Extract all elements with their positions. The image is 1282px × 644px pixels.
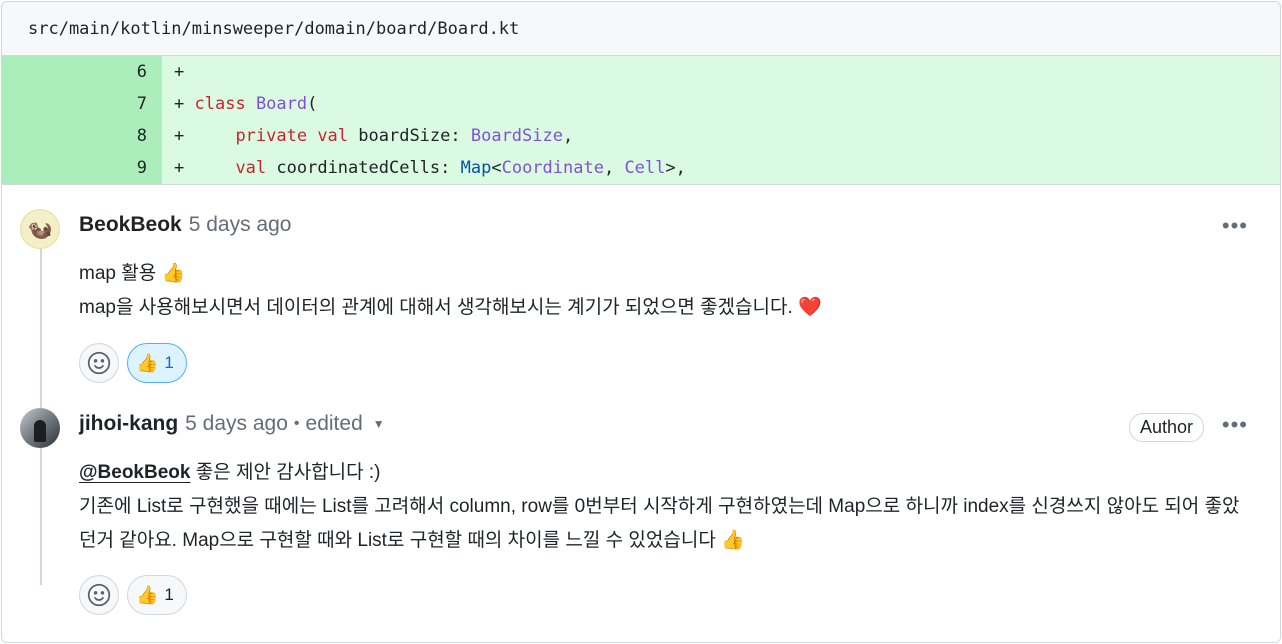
comment-timestamp[interactable]: 5 days ago	[185, 412, 288, 436]
diff-line: 7 + class Board(	[2, 88, 1280, 120]
line-number[interactable]: 7	[2, 88, 162, 120]
code-token: private val	[235, 126, 349, 146]
comment-author[interactable]: BeokBeok	[79, 213, 182, 237]
smiley-icon	[87, 583, 111, 607]
reaction-count: 1	[164, 353, 174, 372]
diff-code: + private val boardSize: BoardSize,	[174, 126, 574, 146]
edited-label[interactable]: edited	[306, 412, 363, 436]
thumbs-up-reaction-button[interactable]: 👍 1	[127, 343, 187, 383]
comment-menu-button[interactable]: •••	[1222, 213, 1248, 239]
code-token: Board	[255, 94, 308, 114]
triangle-down-icon[interactable]: ▼	[373, 417, 385, 431]
avatar[interactable]	[20, 408, 60, 448]
comment-text: 좋은 제안 감사합니다 :)	[190, 462, 381, 483]
comment-body: map 활용 👍 map을 사용해보시면서 데이터의 관계에 대해서 생각해보시…	[79, 257, 1250, 325]
diff-code: +	[162, 56, 184, 88]
add-reaction-button[interactable]	[79, 575, 119, 615]
code-token: val	[235, 158, 267, 178]
reactions-bar: 👍 1	[79, 343, 187, 383]
code-token: Map	[460, 158, 492, 178]
code-token: BoardSize	[470, 126, 563, 146]
comment-header: jihoi-kang 5 days ago • edited ▼	[79, 412, 385, 436]
kebab-horizontal-icon: •••	[1221, 412, 1248, 437]
thumbs-up-icon: 👍	[136, 584, 159, 605]
diff-marker: +	[174, 94, 185, 114]
comment-header: BeokBeok 5 days ago	[79, 213, 291, 237]
diff-marker: +	[174, 62, 185, 82]
comment-text-paragraph: 기존에 List로 구현했을 때에는 List를 고려해서 column, ro…	[79, 496, 1240, 551]
comment-body: @BeokBeok 좋은 제안 감사합니다 :) 기존에 List로 구현했을 …	[79, 456, 1250, 558]
review-comment-thread: src/main/kotlin/minsweeper/domain/board/…	[1, 1, 1281, 643]
comments-section: 🦦 BeokBeok 5 days ago ••• map 활용 👍 map을 …	[2, 184, 1280, 642]
code-token: Cell	[624, 158, 666, 178]
diff-line: 6 +	[2, 56, 1280, 88]
diff-code: + val coordinatedCells: Map<Coordinate, …	[174, 158, 686, 178]
avatar[interactable]: 🦦	[20, 209, 60, 249]
line-number[interactable]: 8	[2, 120, 162, 152]
comment-text-line: map 활용 👍	[79, 263, 186, 284]
thumbs-up-reaction-button[interactable]: 👍 1	[127, 575, 187, 615]
diff-marker: +	[174, 158, 185, 178]
diff-line: 8 + private val boardSize: BoardSize,	[2, 120, 1280, 152]
diff-code: + class Board(	[174, 94, 318, 114]
thumbs-up-icon: 👍	[136, 352, 159, 373]
line-number[interactable]: 6	[2, 56, 162, 88]
avatar-image	[34, 420, 46, 442]
code-token: Coordinate	[501, 158, 604, 178]
code-token: class	[194, 94, 246, 114]
avatar-image: 🦦	[27, 218, 53, 241]
add-reaction-button[interactable]	[79, 343, 119, 383]
diff-line: 9 + val coordinatedCells: Map<Coordinate…	[2, 152, 1280, 184]
separator-dot: •	[293, 415, 300, 432]
smiley-icon	[87, 351, 111, 375]
reaction-count: 1	[164, 585, 174, 604]
file-path-header: src/main/kotlin/minsweeper/domain/board/…	[2, 2, 1280, 56]
comment-text-line: @BeokBeok 좋은 제안 감사합니다 :)	[79, 456, 1250, 490]
author-badge: Author	[1128, 413, 1204, 442]
reactions-bar: 👍 1	[79, 575, 187, 615]
line-number[interactable]: 9	[2, 152, 162, 184]
comment-timestamp[interactable]: 5 days ago	[189, 213, 292, 237]
diff-hunk: 6 + 7 + class Board( 8 + private val boa…	[2, 56, 1280, 184]
comment-author[interactable]: jihoi-kang	[79, 412, 178, 436]
comment-text-line: map을 사용해보시면서 데이터의 관계에 대해서 생각해보시는 계기가 되었으…	[79, 297, 822, 318]
diff-marker: +	[174, 126, 185, 146]
kebab-horizontal-icon: •••	[1221, 213, 1248, 238]
file-path[interactable]: src/main/kotlin/minsweeper/domain/board/…	[28, 19, 519, 39]
comment-menu-button[interactable]: •••	[1222, 412, 1248, 438]
user-mention-link[interactable]: @BeokBeok	[79, 462, 190, 483]
